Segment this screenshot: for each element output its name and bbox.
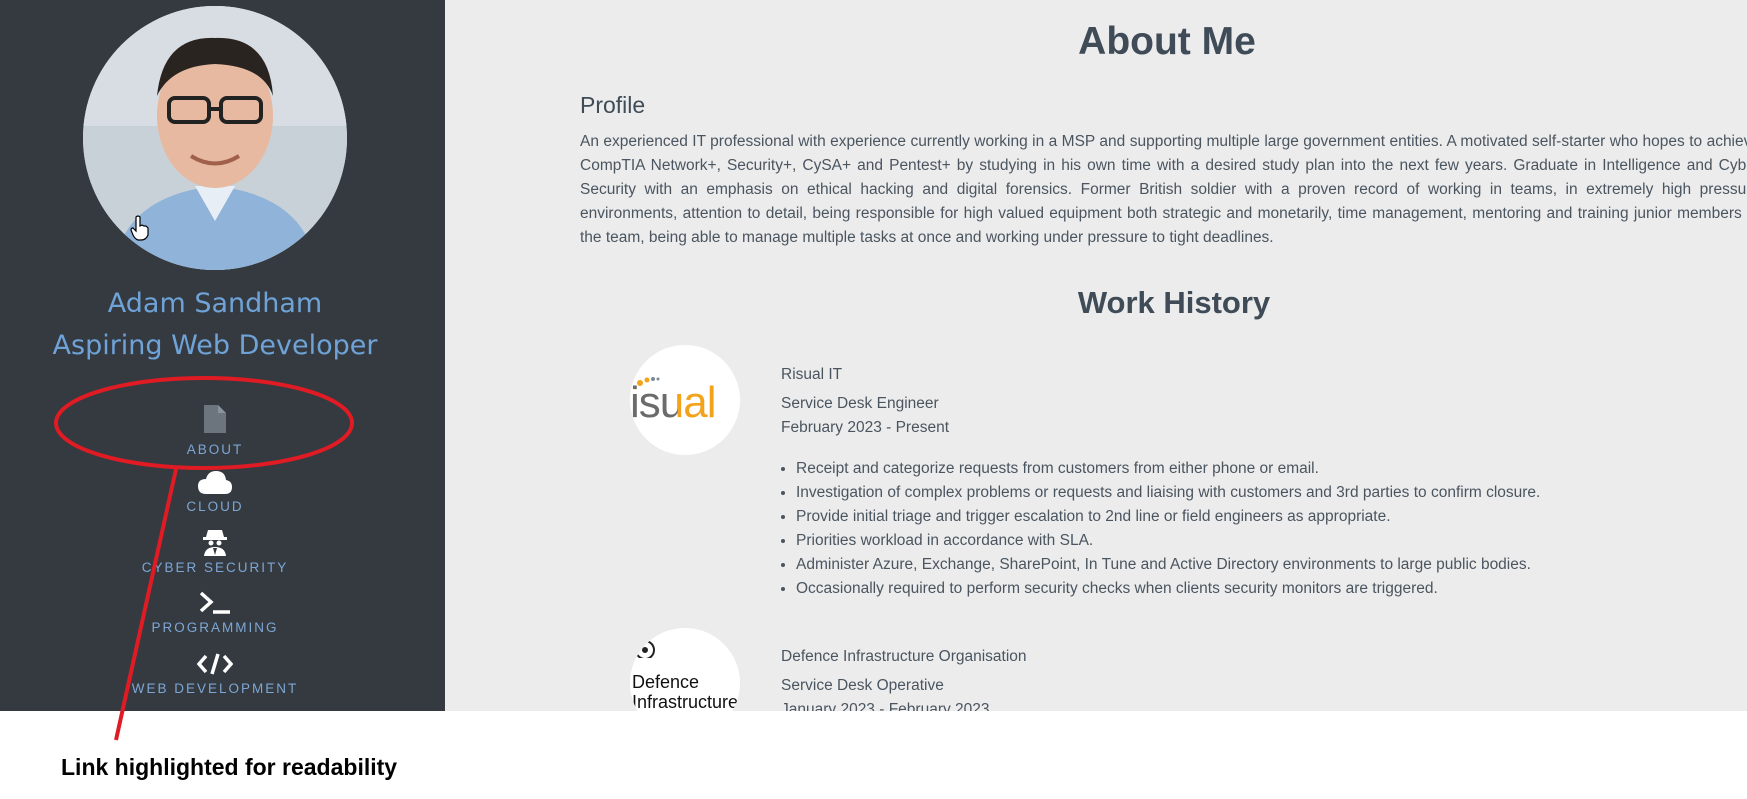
annotation-caption: Link highlighted for readability — [61, 754, 398, 780]
annotation-line — [114, 468, 178, 741]
annotation-overlay — [54, 376, 354, 741]
annotation-ellipse — [54, 376, 354, 470]
